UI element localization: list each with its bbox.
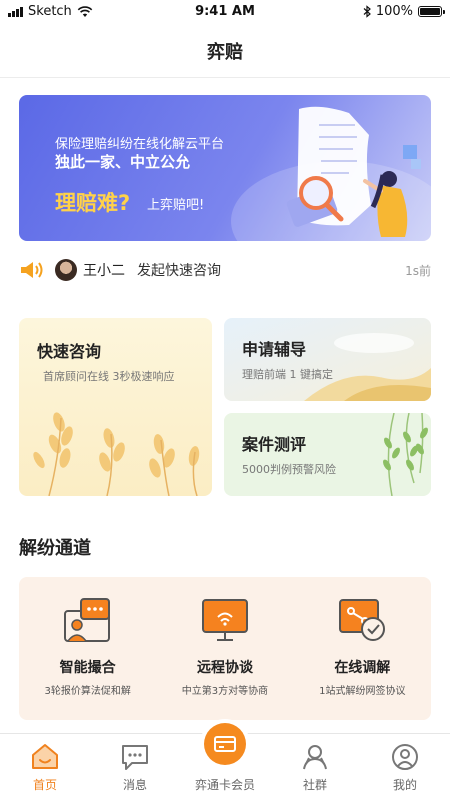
notice-user-name: 王小二	[83, 263, 125, 279]
message-icon	[122, 745, 148, 770]
dispute-channels: 智能撮合 3轮报价算法促和解 远程协谈 中立第3方对等协商 在线调解 1站式解纷…	[19, 577, 431, 720]
channel-remote-negotiation[interactable]: 远程协谈 中立第3方对等协商	[156, 577, 293, 720]
case-evaluation-card[interactable]: 案件测评 5000判例预警风险	[224, 413, 431, 496]
tab-messages[interactable]: 消息	[90, 734, 180, 800]
apply-guidance-card[interactable]: 申请辅导 理赔前端 1 键搞定	[224, 318, 431, 401]
card-icon	[214, 736, 236, 752]
case-evaluation-desc: 5000判例预警风险	[242, 463, 336, 476]
channel-title: 远程协谈	[196, 660, 253, 676]
home-icon	[32, 744, 58, 769]
tab-label: 社群	[302, 778, 327, 792]
activity-notice[interactable]: 王小二 发起快速咨询 1s前	[19, 256, 431, 284]
quick-consult-desc: 首席顾问在线 3秒极速响应	[43, 370, 175, 383]
banner-subtitle: 保险理赔纠纷在线化解云平台	[55, 137, 225, 152]
bluetooth-icon	[363, 5, 371, 18]
quick-consult-title: 快速咨询	[37, 342, 102, 361]
quick-consult-card[interactable]: 快速咨询 首席顾问在线 3秒极速响应	[19, 318, 212, 496]
tab-membership[interactable]: 弈通卡会员	[180, 723, 270, 800]
apply-guidance-desc: 理赔前端 1 键搞定	[242, 368, 333, 381]
tab-label: 消息	[122, 778, 147, 792]
battery-fill	[420, 8, 440, 15]
remote-monitor-icon	[201, 599, 248, 641]
tab-profile[interactable]: 我的	[360, 734, 450, 800]
banner-title: 独此一家、中立公允	[55, 153, 191, 171]
channel-title: 在线调解	[334, 660, 391, 676]
battery-icon	[418, 6, 445, 17]
channel-title: 智能撮合	[59, 660, 116, 676]
promo-banner[interactable]: 保险理赔纠纷在线化解云平台 独此一家、中立公允 理赔难? 上弈赔吧!	[19, 95, 431, 241]
online-mediation-icon	[339, 599, 386, 641]
apply-guidance-title: 申请辅导	[242, 340, 307, 359]
tab-home[interactable]: 首页	[0, 734, 90, 800]
community-icon	[303, 745, 327, 770]
chat-presentation-icon	[63, 598, 110, 642]
tab-label: 首页	[32, 778, 57, 792]
case-evaluation-title: 案件测评	[242, 435, 307, 454]
channel-desc: 中立第3方对等协商	[181, 686, 269, 697]
banner-cta: 上弈赔吧!	[147, 198, 205, 213]
tab-community[interactable]: 社群	[270, 734, 360, 800]
tab-label: 弈通卡会员	[194, 778, 255, 792]
tab-bar: 首页 消息 弈通卡会员 社群 我的	[0, 723, 450, 800]
channel-online-mediation[interactable]: 在线调解 1站式解纷网签协议	[294, 577, 431, 720]
membership-button[interactable]	[204, 723, 246, 765]
battery-percent: 100%	[375, 4, 413, 19]
avatar	[55, 259, 77, 281]
status-right: 100%	[363, 4, 445, 19]
status-bar: Sketch 9:41 AM 100%	[0, 0, 450, 24]
tab-label: 我的	[392, 778, 417, 792]
channel-desc: 3轮报价算法促和解	[44, 686, 131, 697]
page-title: 弈赔	[207, 41, 243, 63]
channel-desc: 1站式解纷网签协议	[319, 686, 406, 697]
notice-action: 发起快速咨询	[137, 263, 221, 279]
profile-icon	[392, 744, 418, 770]
navigation-bar: 弈赔	[0, 24, 450, 78]
channel-smart-matching[interactable]: 智能撮合 3轮报价算法促和解	[19, 577, 156, 720]
section-title: 解纷通道	[19, 538, 91, 559]
notice-time: 1s前	[405, 263, 431, 278]
banner-highlight: 理赔难?	[55, 191, 131, 215]
speaker-icon	[21, 262, 43, 278]
